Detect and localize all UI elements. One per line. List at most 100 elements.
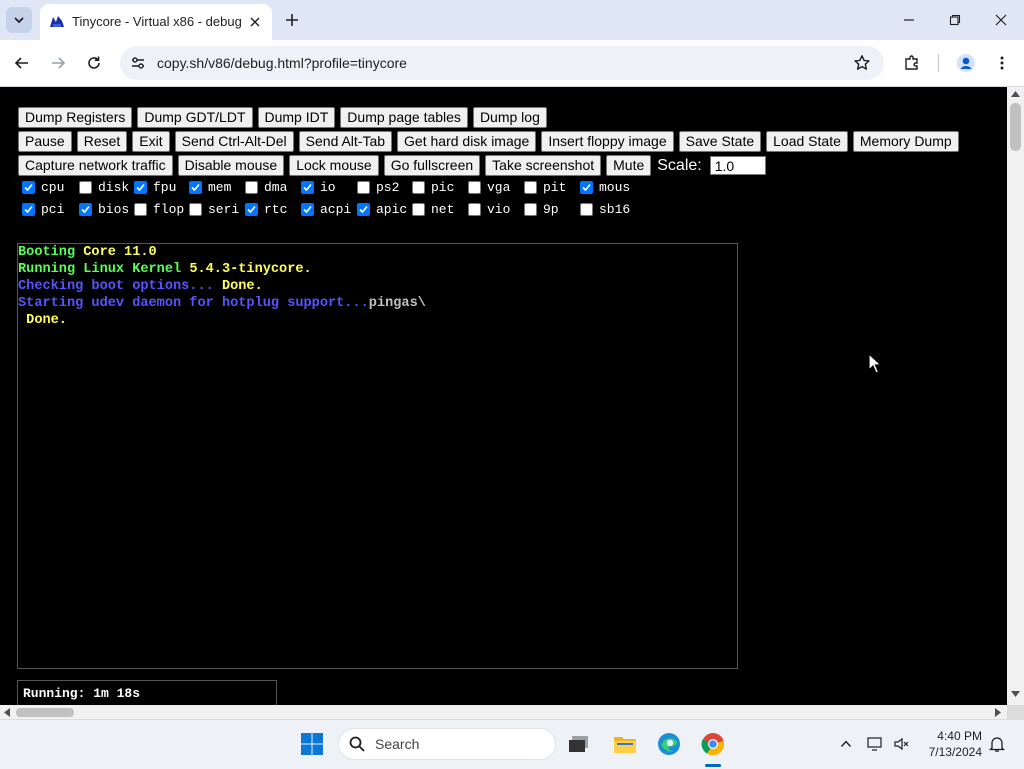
- mute-button[interactable]: Mute: [606, 155, 652, 176]
- log-filter-disk[interactable]: disk: [79, 180, 129, 195]
- horizontal-scrollbar[interactable]: [0, 705, 1007, 719]
- scroll-left-icon[interactable]: [4, 708, 10, 717]
- log-filter-apic[interactable]: apic: [357, 202, 407, 217]
- browser-tab-active[interactable]: Tinycore - Virtual x86 - debug: [40, 4, 272, 40]
- address-bar[interactable]: copy.sh/v86/debug.html?profile=tinycore: [120, 46, 884, 80]
- taskbar-search[interactable]: Search: [338, 728, 556, 760]
- log-filter-vio[interactable]: vio: [468, 202, 510, 217]
- exit-button[interactable]: Exit: [132, 131, 170, 152]
- log-filter-rtc[interactable]: rtc: [245, 202, 287, 217]
- dump-log-button[interactable]: Dump log: [472, 107, 547, 128]
- checkbox[interactable]: [79, 181, 92, 194]
- vertical-scroll-thumb[interactable]: [1010, 103, 1021, 151]
- log-filter-cpu[interactable]: cpu: [22, 180, 64, 195]
- close-window-button[interactable]: [981, 6, 1021, 34]
- dump-idt-button[interactable]: Dump IDT: [257, 107, 336, 128]
- reload-button[interactable]: [80, 49, 108, 77]
- emulator-screen[interactable]: Booting Core 11.0 Running Linux Kernel 5…: [17, 243, 738, 669]
- file-explorer-button[interactable]: [611, 730, 639, 758]
- log-filter-dma[interactable]: dma: [245, 180, 287, 195]
- checkbox[interactable]: [245, 203, 258, 216]
- profile-button[interactable]: [952, 49, 980, 77]
- log-filter-pic[interactable]: pic: [412, 180, 454, 195]
- log-filter-bios[interactable]: bios: [79, 202, 129, 217]
- minimize-button[interactable]: [889, 6, 929, 34]
- take-screenshot-button[interactable]: Take screenshot: [485, 155, 602, 176]
- log-filter-sb16[interactable]: sb16: [580, 202, 630, 217]
- start-button[interactable]: [298, 730, 326, 758]
- get-hard-disk-image-button[interactable]: Get hard disk image: [397, 131, 537, 152]
- log-filter-mem[interactable]: mem: [189, 180, 231, 195]
- send-ctrl-alt-del-button[interactable]: Send Ctrl-Alt-Del: [174, 131, 294, 152]
- new-tab-button[interactable]: [280, 8, 304, 32]
- memory-dump-button[interactable]: Memory Dump: [852, 131, 959, 152]
- checkbox[interactable]: [79, 203, 92, 216]
- checkbox[interactable]: [245, 181, 258, 194]
- send-alt-tab-button[interactable]: Send Alt-Tab: [298, 131, 393, 152]
- pause-button[interactable]: Pause: [18, 131, 72, 152]
- checkbox[interactable]: [357, 181, 370, 194]
- show-hidden-icons-button[interactable]: [832, 730, 860, 758]
- log-filter-pit[interactable]: pit: [524, 180, 566, 195]
- go-fullscreen-button[interactable]: Go fullscreen: [383, 155, 481, 176]
- capture-network-traffic-button[interactable]: Capture network traffic: [18, 155, 173, 176]
- task-view-button[interactable]: [565, 730, 593, 758]
- notifications-button[interactable]: [983, 730, 1011, 758]
- save-state-button[interactable]: Save State: [678, 131, 762, 152]
- log-filter-io[interactable]: io: [301, 180, 336, 195]
- checkbox[interactable]: [134, 181, 147, 194]
- log-filter-mous[interactable]: mous: [580, 180, 630, 195]
- log-filter-seri[interactable]: seri: [189, 202, 239, 217]
- checkbox[interactable]: [524, 181, 537, 194]
- log-filter-acpi[interactable]: acpi: [301, 202, 351, 217]
- checkbox[interactable]: [189, 203, 202, 216]
- log-filter-pci[interactable]: pci: [22, 202, 64, 217]
- checkbox[interactable]: [580, 181, 593, 194]
- scroll-right-icon[interactable]: [995, 708, 1001, 717]
- checkbox[interactable]: [580, 203, 593, 216]
- browser-menu-button[interactable]: [988, 49, 1016, 77]
- log-filter-ps2[interactable]: ps2: [357, 180, 399, 195]
- log-filter-9p[interactable]: 9p: [524, 202, 559, 217]
- log-filter-vga[interactable]: vga: [468, 180, 510, 195]
- scroll-up-icon[interactable]: [1011, 91, 1020, 97]
- volume-button[interactable]: [888, 730, 916, 758]
- reset-button[interactable]: Reset: [76, 131, 128, 152]
- dump-registers-button[interactable]: Dump Registers: [18, 107, 133, 128]
- log-filter-flop[interactable]: flop: [134, 202, 184, 217]
- scroll-down-icon[interactable]: [1011, 691, 1020, 697]
- tab-search-button[interactable]: [6, 7, 32, 33]
- checkbox[interactable]: [22, 181, 35, 194]
- checkbox[interactable]: [357, 203, 370, 216]
- insert-floppy-image-button[interactable]: Insert floppy image: [541, 131, 674, 152]
- back-button[interactable]: [8, 49, 36, 77]
- network-status-button[interactable]: [862, 730, 890, 758]
- checkbox[interactable]: [468, 181, 481, 194]
- checkbox[interactable]: [301, 203, 314, 216]
- extensions-button[interactable]: [898, 49, 926, 77]
- chrome-button[interactable]: [699, 730, 727, 758]
- horizontal-scroll-thumb[interactable]: [16, 708, 74, 717]
- checkbox[interactable]: [412, 181, 425, 194]
- log-filter-net[interactable]: net: [412, 202, 454, 217]
- site-info-button[interactable]: [128, 53, 148, 73]
- dump-gdt-ldt-button[interactable]: Dump GDT/LDT: [137, 107, 253, 128]
- url-text[interactable]: copy.sh/v86/debug.html?profile=tinycore: [157, 55, 407, 71]
- edge-browser-button[interactable]: [655, 730, 683, 758]
- dump-page-tables-button[interactable]: Dump page tables: [340, 107, 468, 128]
- checkbox[interactable]: [468, 203, 481, 216]
- checkbox[interactable]: [189, 181, 202, 194]
- lock-mouse-button[interactable]: Lock mouse: [289, 155, 379, 176]
- scale-input[interactable]: [709, 156, 766, 175]
- checkbox[interactable]: [134, 203, 147, 216]
- checkbox[interactable]: [22, 203, 35, 216]
- tab-close-button[interactable]: [245, 12, 265, 32]
- checkbox[interactable]: [524, 203, 537, 216]
- disable-mouse-button[interactable]: Disable mouse: [177, 155, 285, 176]
- restore-button[interactable]: [935, 6, 975, 34]
- forward-button[interactable]: [44, 49, 72, 77]
- taskbar-clock[interactable]: 4:40 PM 7/13/2024: [920, 728, 982, 760]
- checkbox[interactable]: [301, 181, 314, 194]
- load-state-button[interactable]: Load State: [766, 131, 848, 152]
- log-filter-fpu[interactable]: fpu: [134, 180, 176, 195]
